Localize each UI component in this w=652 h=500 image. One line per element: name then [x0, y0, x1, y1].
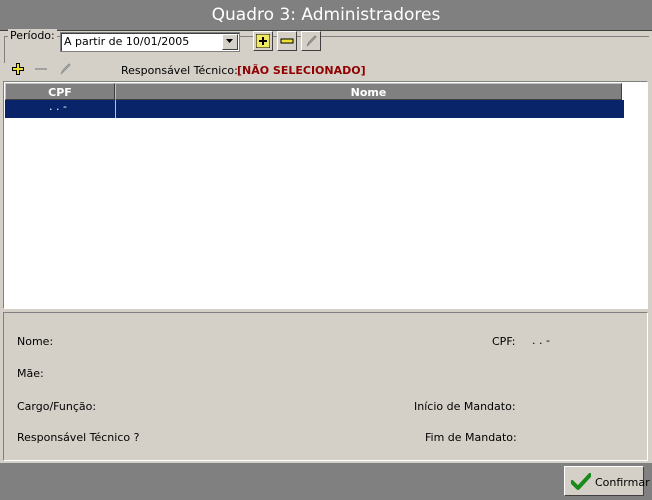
pencil-icon: [306, 35, 317, 47]
edit-periodo-button[interactable]: [301, 31, 321, 51]
column-header-nome[interactable]: Nome: [115, 83, 622, 100]
edit-icon[interactable]: [58, 62, 72, 76]
confirm-label: Confirmar: [595, 476, 650, 489]
inicio-mandato-label: Início de Mandato:: [414, 400, 516, 413]
add-calendar-icon: [256, 34, 270, 48]
fim-mandato-label: Fim de Mandato:: [425, 431, 517, 444]
administradores-table[interactable]: CPF Nome . . -: [3, 81, 648, 309]
responsavel-tecnico-label: Responsável Técnico:: [121, 64, 238, 77]
chevron-down-icon[interactable]: [222, 34, 238, 50]
cpf-label: CPF:: [492, 335, 516, 348]
cell-nome: [115, 100, 622, 118]
window-title: Quadro 3: Administradores: [0, 0, 652, 31]
periodo-select[interactable]: A partir de 10/01/2005: [60, 32, 240, 52]
add-periodo-button[interactable]: [253, 31, 273, 51]
mae-label: Mãe:: [17, 367, 44, 380]
footer-bar: [0, 463, 652, 500]
remove-icon[interactable]: [34, 62, 48, 76]
confirm-button[interactable]: Confirmar: [564, 466, 650, 496]
column-header-cpf[interactable]: CPF: [5, 83, 115, 100]
remove-periodo-button[interactable]: [277, 31, 297, 51]
minus-icon: [280, 38, 294, 44]
responsavel-tecnico-question: Responsável Técnico ?: [17, 431, 140, 444]
responsavel-tecnico-value: [NÃO SELECIONADO]: [237, 64, 366, 77]
periodo-select-value: A partir de 10/01/2005: [64, 35, 190, 48]
checkmark-icon: [571, 473, 591, 490]
table-row[interactable]: . . -: [5, 100, 624, 118]
cell-cpf: . . -: [49, 100, 67, 113]
cpf-value: . . -: [532, 334, 550, 347]
periodo-label: Período:: [8, 29, 57, 42]
detail-panel: Nome: CPF: . . - Mãe: Cargo/Função: Iníc…: [3, 312, 648, 461]
cargo-label: Cargo/Função:: [17, 400, 97, 413]
add-icon[interactable]: [11, 62, 25, 76]
nome-label: Nome:: [17, 335, 54, 348]
table-header: CPF Nome: [5, 83, 624, 100]
